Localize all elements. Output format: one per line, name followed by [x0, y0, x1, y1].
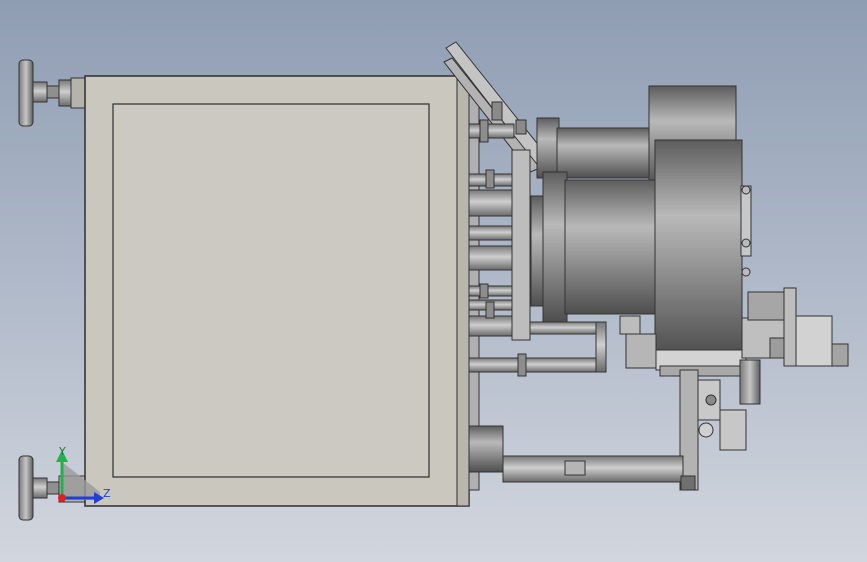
lower-cylinder[interactable] — [468, 425, 696, 491]
vertical-bracket — [511, 149, 531, 341]
axis-label-y: Y — [58, 445, 66, 458]
axis-label-z: Z — [103, 487, 111, 500]
cad-viewport[interactable]: Y Z — [0, 0, 867, 562]
main-frame[interactable] — [84, 75, 470, 507]
leveling-foot-top — [18, 59, 88, 127]
